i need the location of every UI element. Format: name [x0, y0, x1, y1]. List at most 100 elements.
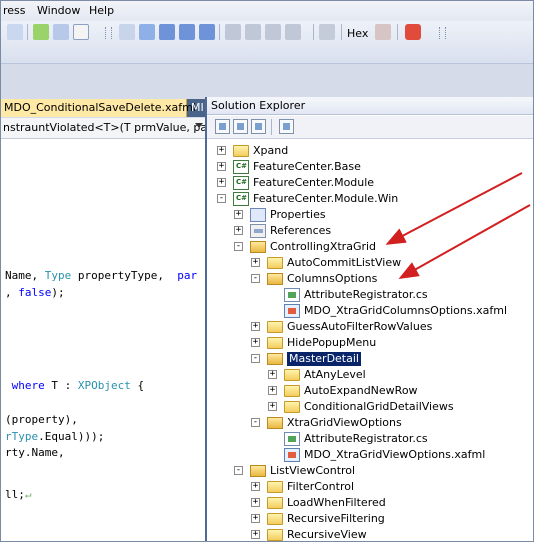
- tree-item-label: MasterDetail: [287, 352, 361, 366]
- member-dropdown[interactable]: nstrauntViolated<T>(T prmValue, params: [1, 118, 205, 139]
- folder-icon: [267, 481, 283, 493]
- cs-file-icon: [284, 288, 300, 302]
- folder-icon: [267, 321, 283, 333]
- restart-icon[interactable]: [199, 24, 215, 40]
- folder-open-icon: [267, 273, 283, 285]
- step-icon[interactable]: [119, 24, 135, 40]
- expand-icon[interactable]: +: [268, 386, 277, 395]
- csharp-project-icon: [233, 176, 249, 190]
- step-out-icon[interactable]: [285, 24, 301, 40]
- toolbar: Hex: [1, 21, 533, 64]
- folder-icon: [284, 385, 300, 397]
- tab-mdo-conditional-save-delete[interactable]: MDO_ConditionalSaveDelete.xafml: [1, 99, 196, 117]
- folder-open-icon: [267, 353, 283, 365]
- chevron-down-icon[interactable]: [195, 123, 203, 128]
- solution-explorer-toolbar: [207, 116, 533, 139]
- collapse-icon[interactable]: -: [251, 418, 260, 427]
- folder-icon: [267, 529, 283, 541]
- folder-icon: [267, 497, 283, 509]
- folder-icon: [233, 145, 249, 157]
- toolbar-grip[interactable]: [439, 27, 446, 39]
- code-line: (property),: [5, 413, 78, 426]
- form-icon[interactable]: [73, 24, 89, 40]
- expand-icon[interactable]: +: [234, 226, 243, 235]
- find-icon[interactable]: [319, 24, 335, 40]
- expand-icon[interactable]: +: [217, 162, 226, 171]
- code-editor[interactable]: Name, Type propertyType, par , false); w…: [1, 139, 205, 541]
- tree-item-label: References: [270, 224, 332, 237]
- tree-item-label: LoadWhenFiltered: [287, 496, 386, 509]
- folder-open-icon: [250, 465, 266, 477]
- tree-item-label: FeatureCenter.Base: [253, 160, 361, 173]
- code-line: rty.Name,: [5, 446, 65, 459]
- expand-icon[interactable]: +: [217, 178, 226, 187]
- code-token: .Equal)));: [38, 430, 105, 443]
- tree-item-label: ControllingXtraGrid: [270, 240, 377, 253]
- solution-explorer: Solution Explorer + Xpand + FeatureCenter.B…: [205, 97, 533, 541]
- tree-item-label: Properties: [270, 208, 326, 221]
- menu-item-window[interactable]: Window: [37, 4, 80, 17]
- record-icon[interactable]: [405, 24, 421, 40]
- menu-item-express[interactable]: ress: [3, 4, 26, 17]
- properties-icon: [250, 208, 266, 222]
- code-token: propertyType,: [71, 269, 178, 282]
- code-token: par: [177, 269, 198, 282]
- code-token: (property),: [5, 413, 78, 426]
- expand-icon[interactable]: +: [251, 338, 260, 347]
- solution-explorer-title: Solution Explorer: [207, 97, 533, 115]
- refresh-icon[interactable]: [251, 119, 266, 134]
- collapse-icon[interactable]: -: [234, 242, 243, 251]
- tree-item-label: AtAnyLevel: [304, 368, 366, 381]
- menu-item-help[interactable]: Help: [89, 4, 114, 17]
- tree-item-label: AutoCommitListView: [287, 256, 402, 269]
- tree-item-label: RecursiveView: [287, 528, 367, 541]
- tool-icon[interactable]: [7, 24, 23, 40]
- code-line: , false);: [5, 286, 65, 299]
- expand-icon[interactable]: +: [268, 402, 277, 411]
- code-token: rType: [5, 430, 39, 443]
- folder-icon: [267, 513, 283, 525]
- csharp-project-icon: [233, 160, 249, 174]
- folder-icon: [267, 337, 283, 349]
- expand-icon[interactable]: +: [251, 322, 260, 331]
- tree-item-label: ColumnsOptions: [287, 272, 378, 285]
- expand-icon[interactable]: +: [234, 210, 243, 219]
- tree-item-label: MDO_XtraGridViewOptions.xafml: [304, 448, 486, 461]
- view-class-diagram-icon[interactable]: [279, 119, 294, 134]
- show-all-files-icon[interactable]: [233, 119, 248, 134]
- tree-item-label: RecursiveFiltering: [287, 512, 385, 525]
- collapse-icon[interactable]: -: [217, 194, 226, 203]
- expand-icon[interactable]: +: [251, 498, 260, 507]
- folder-open-icon: [250, 241, 266, 253]
- dropdown-arrow-icon[interactable]: [425, 24, 433, 40]
- expand-icon[interactable]: +: [251, 530, 260, 539]
- toolbar-grip[interactable]: [105, 27, 112, 39]
- expand-icon[interactable]: +: [251, 514, 260, 523]
- step-into-icon[interactable]: [245, 24, 261, 40]
- hex-button[interactable]: Hex: [347, 27, 368, 40]
- menu-bar: ress Window Help: [1, 1, 533, 22]
- tab-mi[interactable]: MI: [191, 99, 204, 117]
- collapse-icon[interactable]: -: [251, 354, 260, 363]
- expand-icon[interactable]: +: [251, 258, 260, 267]
- folder-icon: [284, 401, 300, 413]
- breakpoint-icon[interactable]: [375, 24, 391, 40]
- stop-icon[interactable]: [179, 24, 195, 40]
- dropdown-arrow-icon[interactable]: [93, 24, 101, 40]
- expand-icon[interactable]: +: [217, 146, 226, 155]
- member-signature: nstrauntViolated<T>(T prmValue, params: [3, 121, 205, 134]
- folder-icon: [284, 369, 300, 381]
- collapse-icon[interactable]: -: [234, 466, 243, 475]
- pause-icon[interactable]: [159, 24, 175, 40]
- cs-file-icon: [284, 432, 300, 446]
- expand-icon[interactable]: +: [268, 370, 277, 379]
- export-icon[interactable]: [33, 24, 49, 40]
- tree-item-label: MDO_XtraGridColumnsOptions.xafml: [304, 304, 508, 317]
- start-icon[interactable]: [139, 24, 155, 40]
- show-next-icon[interactable]: [225, 24, 241, 40]
- step-over-icon[interactable]: [265, 24, 281, 40]
- collapse-icon[interactable]: -: [251, 274, 260, 283]
- expand-icon[interactable]: +: [251, 482, 260, 491]
- properties-button-icon[interactable]: [215, 119, 230, 134]
- window-icon[interactable]: [53, 24, 69, 40]
